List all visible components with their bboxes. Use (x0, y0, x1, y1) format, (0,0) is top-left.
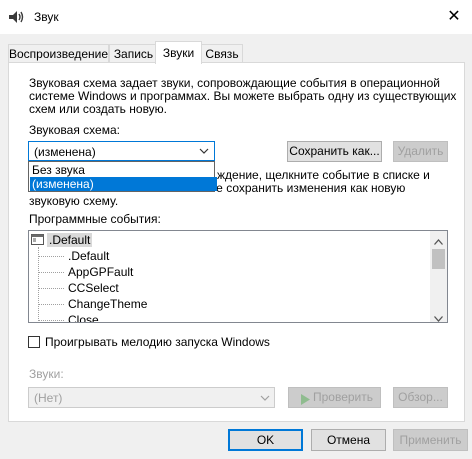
event-item[interactable]: .Default (68, 249, 109, 263)
cancel-button[interactable]: Отмена (311, 429, 386, 451)
speaker-icon (8, 10, 24, 24)
tab-playback[interactable]: Воспроизведение (8, 44, 109, 63)
tree-branch (38, 272, 64, 273)
scheme-dropdown-list: Без звука (изменена) (28, 161, 217, 192)
scheme-label: Звуковая схема: (29, 123, 120, 137)
tree-connector (38, 247, 39, 322)
tree-branch (38, 256, 64, 257)
event-item[interactable]: AppGPFault (68, 265, 133, 279)
info-line-1: ждение, щелкните событие в списке и (217, 168, 430, 182)
save-as-button[interactable]: Сохранить как... (287, 141, 382, 162)
browse-button[interactable]: Обзор... (393, 387, 448, 408)
startup-sound-label[interactable]: Проигрывать мелодию запуска Windows (45, 336, 270, 349)
title-bar (0, 0, 472, 34)
chevron-down-icon (199, 145, 209, 159)
info-line-3: звуковую схему. (29, 194, 119, 208)
window-icon (31, 234, 44, 245)
tree-branch (38, 288, 64, 289)
tree-branch (38, 304, 64, 305)
chevron-down-icon (260, 392, 270, 406)
sounds-label: Звуки: (29, 367, 64, 381)
tab-recording[interactable]: Запись (109, 44, 158, 63)
tab-communications[interactable]: Связь (201, 44, 243, 63)
tab-sounds[interactable]: Звуки (155, 41, 202, 64)
scroll-thumb[interactable] (432, 249, 445, 269)
event-item[interactable]: ChangeTheme (68, 297, 147, 311)
close-icon[interactable]: ✕ (444, 8, 464, 26)
scroll-up-icon[interactable] (434, 234, 443, 248)
window-title: Звук (34, 10, 59, 24)
sound-select-value: (Нет) (34, 391, 63, 405)
events-label: Программные события: (29, 212, 161, 226)
scroll-down-icon[interactable] (434, 311, 443, 322)
event-item[interactable]: CCSelect (68, 281, 119, 295)
scheme-select-value: (изменена) (34, 145, 96, 159)
scheme-option-silent[interactable]: Без звука (30, 163, 217, 177)
events-scrollbar[interactable] (430, 231, 447, 322)
test-button[interactable]: Проверить (288, 387, 381, 408)
events-list[interactable]: .Default .Default AppGPFault CCSelect Ch… (28, 230, 448, 323)
sound-select[interactable]: (Нет) (28, 387, 275, 408)
test-button-label: Проверить (313, 390, 374, 404)
ok-button[interactable]: OK (228, 429, 303, 451)
scheme-option-modified[interactable]: (изменена) (30, 177, 217, 191)
startup-sound-checkbox[interactable] (28, 336, 40, 348)
play-icon (301, 392, 310, 411)
event-root[interactable]: .Default (47, 233, 93, 247)
scheme-select[interactable]: (изменена) (28, 141, 215, 161)
description-line-3: схем или создать новую. (29, 102, 168, 116)
tree-branch (38, 320, 64, 321)
delete-button[interactable]: Удалить (393, 141, 448, 162)
event-item[interactable]: Close (68, 313, 99, 322)
apply-button[interactable]: Применить (393, 429, 468, 451)
